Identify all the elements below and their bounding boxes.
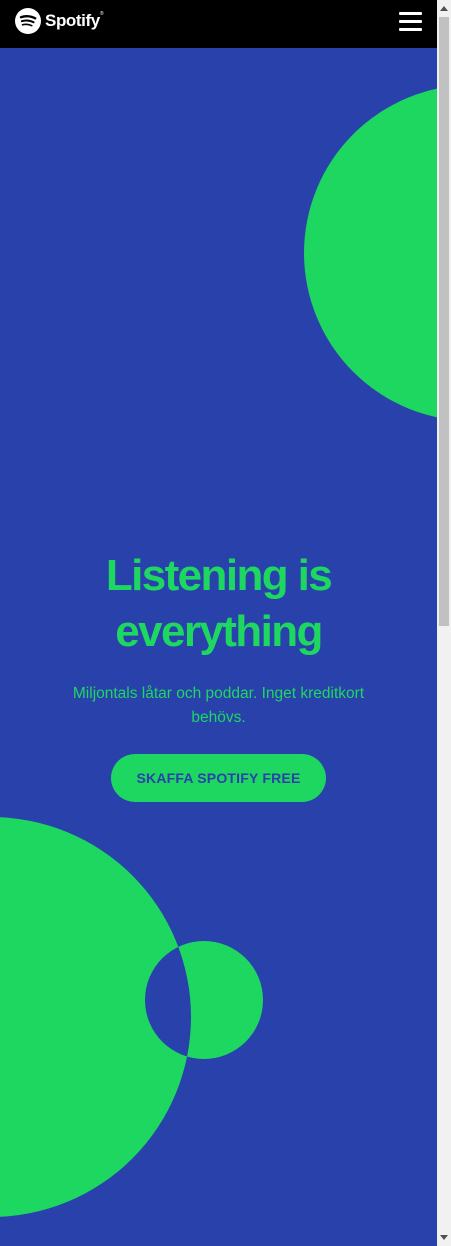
top-right-circle (304, 88, 437, 418)
headline-line-2: everything (115, 607, 323, 656)
vertical-scrollbar[interactable] (437, 0, 451, 1246)
hero-headline: Listening is everything (0, 548, 437, 660)
scrollbar-thumb[interactable] (439, 17, 449, 626)
hero-section: Listening is everything Miljontals låtar… (0, 548, 437, 802)
hero-subtext: Miljontals låtar och poddar. Inget kredi… (72, 685, 365, 726)
headline-line-1: Listening is (105, 551, 333, 600)
small-circle (145, 941, 263, 1059)
spotify-logo[interactable]: Spotify® (15, 8, 104, 34)
page: Spotify® Listening is everything Miljont… (0, 0, 437, 1246)
scroll-up-arrow-icon[interactable] (437, 0, 451, 17)
hamburger-menu-icon[interactable] (399, 11, 423, 33)
overlap-lens (145, 941, 191, 1059)
spotify-icon (15, 8, 41, 34)
get-spotify-free-button[interactable]: SKAFFA SPOTIFY FREE (111, 754, 326, 802)
top-navigation-bar: Spotify® (0, 0, 437, 48)
brand-wordmark: Spotify® (45, 11, 104, 30)
bottom-left-circle (0, 817, 191, 1217)
scroll-down-arrow-icon[interactable] (437, 1229, 451, 1246)
